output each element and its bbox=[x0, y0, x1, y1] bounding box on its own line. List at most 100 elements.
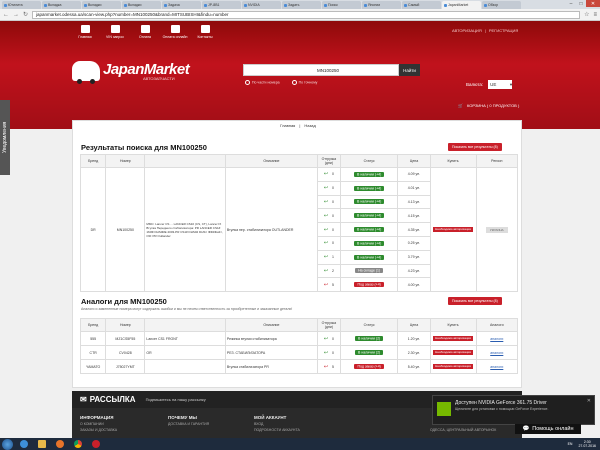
days-value: 0 bbox=[332, 172, 334, 177]
currency-value: UE bbox=[490, 82, 497, 87]
currency-select[interactable]: UE ▾ bbox=[488, 80, 513, 89]
footer-link[interactable]: ЗАКАЗЫ И ДОСТАВКА bbox=[80, 428, 117, 432]
taskbar-explorer[interactable] bbox=[35, 439, 49, 449]
breadcrumb-back[interactable]: Назад bbox=[304, 123, 315, 128]
favicon-icon bbox=[484, 3, 487, 7]
wallet-icon bbox=[140, 25, 150, 33]
login-required-button[interactable]: Необходимо авторизация bbox=[433, 363, 473, 370]
favicon-icon bbox=[324, 3, 327, 7]
taskbar-ie[interactable] bbox=[17, 439, 31, 449]
browser-tab[interactable]: Поиск bbox=[322, 1, 361, 9]
maximize-icon[interactable]: □ bbox=[576, 0, 586, 7]
shipping-cell: ↩ 5 bbox=[316, 359, 341, 374]
show-all-analogs-button[interactable]: Показать все результаты (8) bbox=[448, 297, 502, 305]
nav-payment[interactable]: Оплата bbox=[130, 21, 160, 43]
star-icon[interactable]: ☆ bbox=[584, 11, 589, 18]
tab-label: JapanMarket bbox=[448, 3, 469, 7]
nav-vin[interactable]: VIN запрос bbox=[100, 21, 130, 43]
taskbar-chrome[interactable] bbox=[71, 439, 85, 449]
notification-body: Щелкните для установки с помощью GeForce… bbox=[455, 407, 549, 411]
url-field[interactable]: japanmarket.odessa.ua/scan-view.php?numb… bbox=[32, 10, 581, 19]
return-icon: ↩ bbox=[323, 281, 329, 288]
days-value: 1 bbox=[332, 255, 334, 260]
nav-home[interactable]: Главная bbox=[70, 21, 100, 43]
footer-link[interactable]: ВХОД bbox=[254, 422, 300, 426]
price-cell: 4.15 уе. bbox=[397, 208, 431, 224]
status-badge: В наличии (+4) bbox=[354, 254, 385, 260]
browser-tab[interactable]: Японии bbox=[362, 1, 401, 9]
login-required-button[interactable]: Необходимо авторизация bbox=[433, 226, 473, 233]
reload-icon[interactable]: ↻ bbox=[23, 11, 28, 18]
browser-tab[interactable]: NVIDIA bbox=[242, 1, 281, 9]
tab-label: JP-8B1 bbox=[208, 3, 220, 7]
window-controls: – □ ✕ bbox=[566, 0, 600, 9]
search-button[interactable]: Найти bbox=[399, 64, 420, 76]
taskbar-firefox[interactable] bbox=[53, 439, 67, 449]
close-icon[interactable]: ✕ bbox=[587, 398, 591, 404]
status-badge: В наличии (+4) bbox=[354, 171, 385, 177]
analogs-link[interactable]: аналоги bbox=[490, 337, 503, 341]
analogs-link[interactable]: аналоги bbox=[490, 365, 503, 369]
start-button[interactable] bbox=[2, 438, 13, 450]
browser-tab[interactable]: JP-8B1 bbox=[202, 1, 241, 9]
register-link[interactable]: РЕГИСТРАЦИЯ bbox=[489, 28, 518, 33]
column-header: Цена bbox=[397, 154, 431, 168]
taskbar-opera[interactable] bbox=[89, 439, 103, 449]
footer-col-title: ИНФОРМАЦИЯ bbox=[80, 415, 114, 420]
shipping-cell: ↩ 0 bbox=[316, 331, 341, 346]
browser-tab[interactable]: Ютилита bbox=[2, 1, 41, 9]
login-required-button[interactable]: Необходимо авторизация bbox=[433, 349, 473, 356]
favicon-icon bbox=[364, 3, 367, 7]
show-all-results-button[interactable]: Показать все результаты (8) bbox=[448, 143, 502, 151]
browser-tab[interactable]: Вкладки bbox=[122, 1, 161, 9]
tab-strip: Ютилита Вкладка Вкладки Вкладки Задача JP-8B1… bbox=[2, 1, 522, 9]
days-value: 0 bbox=[332, 241, 334, 246]
tab-label: Вкладки bbox=[88, 3, 102, 7]
language-indicator[interactable]: EN bbox=[568, 442, 573, 446]
minimize-icon[interactable]: – bbox=[566, 0, 576, 7]
clock[interactable]: 2:30 27.07.2016 bbox=[578, 440, 596, 448]
browser-tab[interactable]: Обзор bbox=[482, 1, 521, 9]
status-cell: Под заказ (+4) bbox=[339, 277, 399, 293]
days-value: 0 bbox=[332, 213, 334, 218]
browser-tab[interactable]: Вкладка bbox=[42, 1, 81, 9]
login-link[interactable]: АВТОРИЗАЦИЯ bbox=[452, 28, 482, 33]
radio-by-part-number[interactable]: По части номера bbox=[245, 80, 280, 85]
browser-tab[interactable]: Задача bbox=[162, 1, 201, 9]
breadcrumb-home[interactable]: Главная bbox=[280, 123, 295, 128]
car-icon bbox=[110, 25, 120, 33]
search-input[interactable]: MN100250 bbox=[243, 64, 399, 76]
close-icon[interactable]: ✕ bbox=[586, 0, 600, 7]
status-badge: Под заказ (+4) bbox=[354, 282, 384, 288]
price-cell: 4.13 уе. bbox=[397, 194, 431, 210]
nav-contacts[interactable]: Контакты bbox=[190, 21, 220, 43]
price-cell: 4.23 уе. bbox=[397, 263, 431, 279]
status-badge: Под заказ (+4) bbox=[354, 364, 384, 369]
description-cell: Резинка втулки стабилизатора bbox=[224, 331, 318, 346]
browser-tab[interactable]: Самый bbox=[402, 1, 441, 9]
results-table: Бренд Номер Описание Отгрузка (дни) Статус Це… bbox=[79, 154, 519, 293]
cart-link[interactable]: 🛒 КОРЗИНА ( 0 ПРОДУКТОВ ) bbox=[458, 103, 519, 108]
help-online-button[interactable]: 💬 Помощь онлайн bbox=[515, 424, 581, 434]
analogs-link[interactable]: аналоги bbox=[490, 351, 503, 355]
footer-link[interactable]: ПОДРОБНОСТИ АККАУНТА bbox=[254, 428, 300, 432]
back-icon[interactable]: ← bbox=[3, 12, 9, 18]
browser-tab[interactable]: Задать bbox=[282, 1, 321, 9]
browser-tab[interactable]: Вкладки bbox=[82, 1, 121, 9]
nav-pay-online[interactable]: Оплата онлайн bbox=[160, 21, 190, 43]
feedback-tab[interactable]: Уведомления bbox=[0, 100, 10, 175]
radio-exact[interactable]: По точному bbox=[292, 80, 318, 85]
footer-link[interactable]: О КОМПАНИИ bbox=[80, 422, 117, 426]
shipping-cell: ↩ 0 bbox=[316, 222, 341, 237]
menu-icon[interactable]: ≡ bbox=[593, 12, 597, 18]
login-required-button[interactable]: Необходимо авторизация bbox=[433, 335, 473, 342]
nvidia-notification[interactable]: Доступен NVIDIA GeForce 361.75 Driver Ще… bbox=[432, 395, 595, 425]
shipping-cell: ↩ 0 bbox=[316, 345, 341, 360]
forward-icon[interactable]: → bbox=[13, 12, 19, 18]
number-cell: MN100250 bbox=[105, 166, 146, 293]
home-icon bbox=[80, 25, 90, 33]
status-cell: В наличии (+4) bbox=[339, 208, 399, 224]
browser-tab[interactable]: JapanMarket bbox=[442, 1, 481, 9]
footer-link[interactable]: ДОСТАВКА И ГАРАНТИЯ bbox=[168, 422, 209, 426]
site-logo[interactable]: JapanMarket АВТОЗАПЧАСТИ bbox=[72, 61, 190, 84]
